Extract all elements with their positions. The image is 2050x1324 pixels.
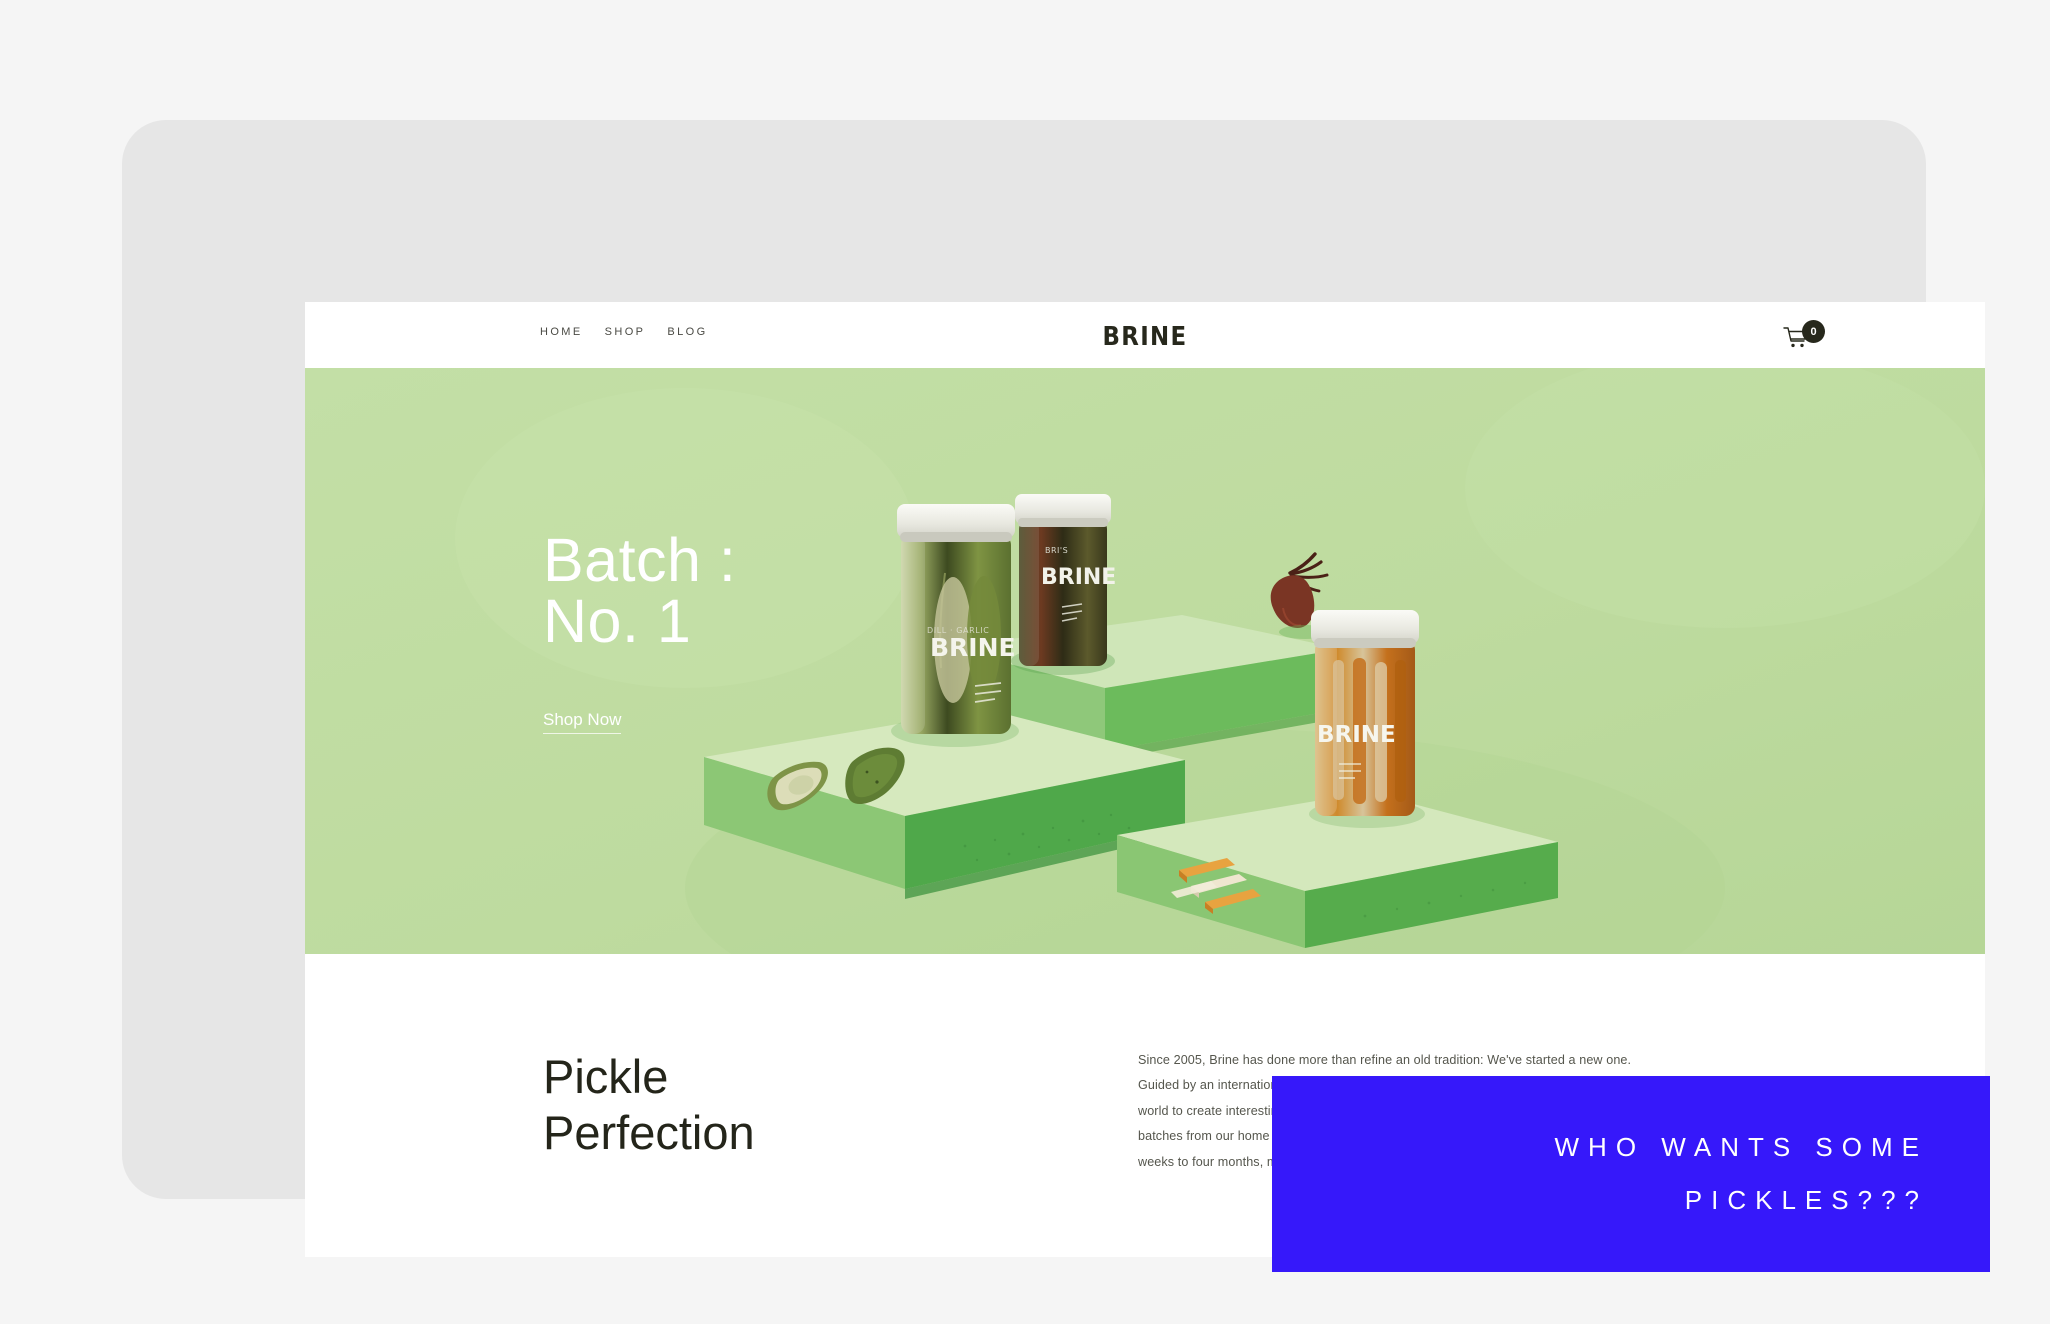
shop-now-link[interactable]: Shop Now bbox=[543, 710, 622, 734]
carrot-jar: BRINE bbox=[1311, 610, 1419, 816]
cart-widget[interactable]: 0 bbox=[1783, 320, 1829, 354]
promo-banner: WHO WANTS SOME PICKLES??? bbox=[1272, 1076, 1990, 1272]
site-header: HOME SHOP BLOG BRINE 0 bbox=[305, 302, 1985, 368]
svg-text:BRINE: BRINE bbox=[930, 633, 1016, 662]
about-heading: Pickle Perfection bbox=[543, 1050, 755, 1159]
brand-logo[interactable]: BRINE bbox=[406, 322, 1884, 352]
svg-text:BRINE: BRINE bbox=[1041, 565, 1116, 590]
hero-title: Batch : No. 1 bbox=[543, 526, 737, 655]
device-frame: HOME SHOP BLOG BRINE 0 BRI'S BRINE DILL … bbox=[122, 120, 1985, 1257]
pickle-jar: DILL · GARLIC BRINE bbox=[897, 504, 1016, 734]
svg-text:BRINE: BRINE bbox=[1317, 722, 1396, 748]
cart-count-badge: 0 bbox=[1802, 320, 1825, 343]
hero-section: BRI'S BRINE DILL · GARLIC BRINE BRINE Ba… bbox=[305, 368, 1985, 954]
promo-banner-text: WHO WANTS SOME PICKLES??? bbox=[1554, 1131, 1928, 1215]
svg-text:BRI'S: BRI'S bbox=[1045, 546, 1068, 555]
beet-jar: BRI'S BRINE bbox=[1015, 494, 1116, 666]
hero-copy: Batch : No. 1 Shop Now bbox=[543, 530, 736, 734]
